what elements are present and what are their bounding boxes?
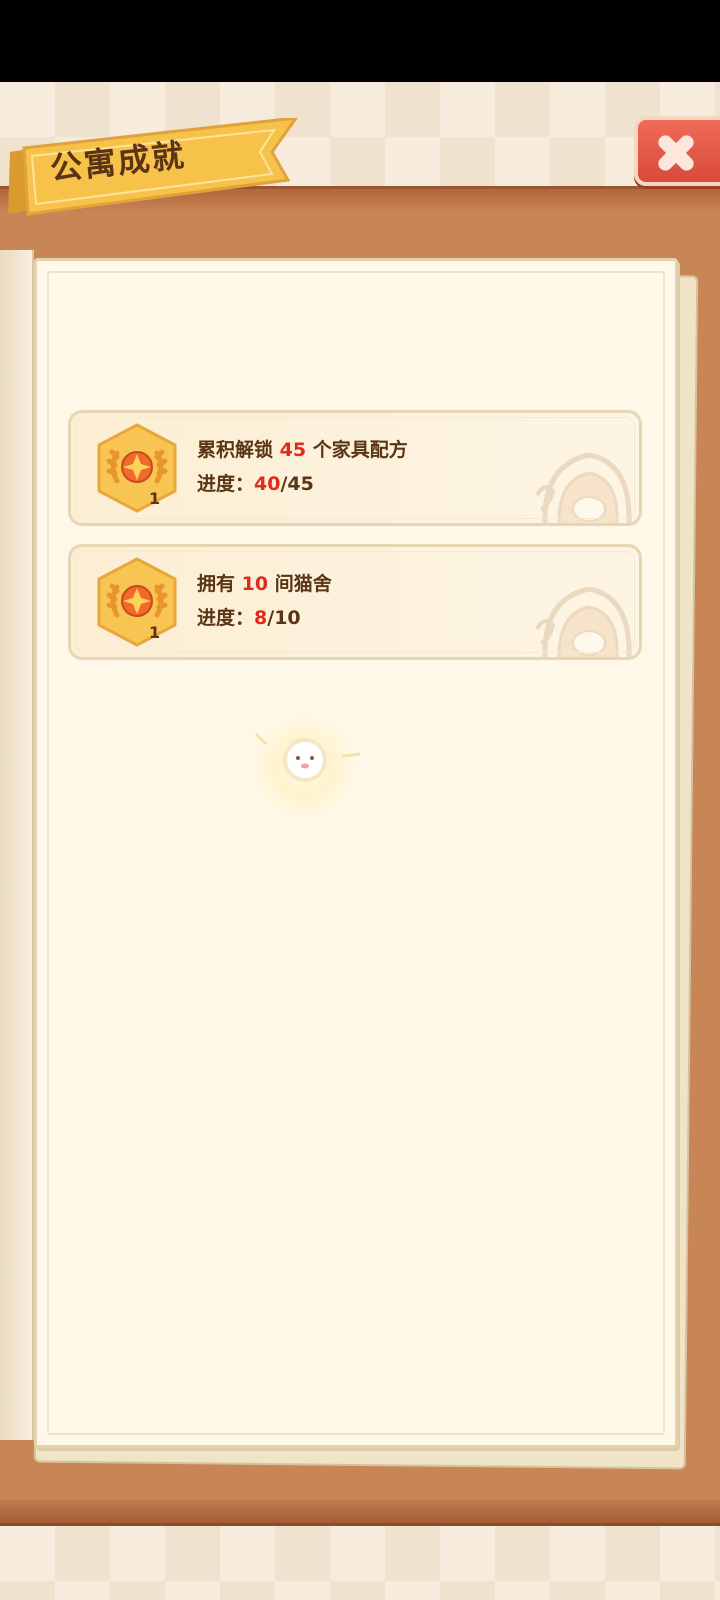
app-root: 公寓成就 1 累积解锁 45 个家具配方 进度：40/45 1 拥有 10 间猫… xyxy=(0,0,720,1600)
achievement-level: 1 xyxy=(149,489,161,508)
achievement-progress: 进度：8/10 xyxy=(197,607,301,629)
achievement-card[interactable]: 1 累积解锁 45 个家具配方 进度：40/45 xyxy=(68,410,642,526)
cat-house-icon xyxy=(535,452,632,523)
cat-house-icon xyxy=(535,586,632,657)
achievement-title: 拥有 10 间猫舍 xyxy=(197,573,332,595)
book-spine xyxy=(0,250,34,1440)
achievement-progress: 进度：40/45 xyxy=(197,473,314,495)
achievement-card[interactable]: 1 拥有 10 间猫舍 进度：8/10 xyxy=(68,544,642,660)
sparkle-effect-icon xyxy=(249,711,361,823)
achievement-title: 累积解锁 45 个家具配方 xyxy=(197,439,408,461)
laurel-medal-icon xyxy=(97,557,177,647)
laurel-medal-icon xyxy=(97,423,177,513)
bottom-background xyxy=(0,1526,720,1600)
bottom-shelf xyxy=(0,1500,720,1526)
close-button[interactable] xyxy=(634,116,720,186)
status-bar xyxy=(0,0,720,82)
achievement-level: 1 xyxy=(149,623,161,642)
